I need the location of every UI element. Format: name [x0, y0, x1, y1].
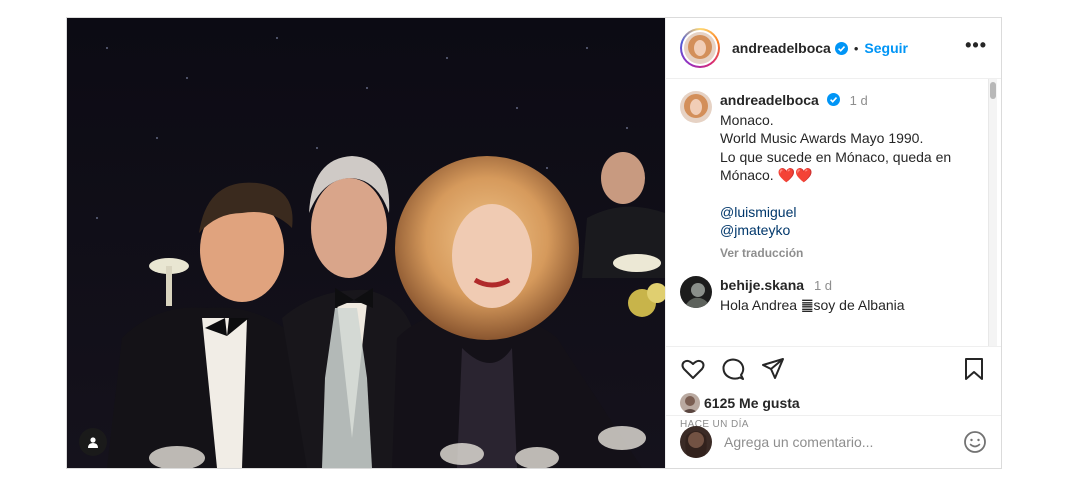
see-translation-button[interactable]: Ver traducción: [720, 244, 951, 263]
avatar-inner: [682, 30, 718, 66]
instagram-post: andreadelboca • Seguir ••• andreadelboca: [66, 17, 1002, 469]
likes-count[interactable]: 6125 Me gusta: [704, 395, 800, 411]
add-comment-bar: [666, 415, 1001, 468]
caption-body: andreadelboca 1 d Monaco. World Music Aw…: [720, 91, 951, 262]
comment-input[interactable]: [724, 434, 953, 450]
caption-line: Mónaco. ❤️❤️: [720, 167, 813, 183]
comment-username[interactable]: behije.skana: [720, 277, 804, 293]
header-username[interactable]: andreadelboca: [732, 40, 831, 56]
user-tag-icon[interactable]: [79, 428, 107, 456]
caption-line: Lo que sucede en Mónaco, queda en: [720, 148, 952, 165]
share-icon[interactable]: [760, 356, 786, 382]
mention-link[interactable]: @jmateyko: [720, 221, 951, 240]
post-sidebar: andreadelboca • Seguir ••• andreadelboca: [665, 18, 1001, 468]
comment-item: behije.skana 1 d Hola Andrea ䷀soy de Alb…: [680, 276, 987, 314]
bookmark-icon[interactable]: [961, 356, 987, 382]
comment-body: behije.skana 1 d Hola Andrea ䷀soy de Alb…: [720, 276, 905, 314]
caption-line: Monaco.: [720, 111, 774, 128]
separator-dot: •: [853, 40, 859, 56]
comments-scrollbar[interactable]: [988, 79, 997, 346]
post-photo[interactable]: [67, 18, 665, 468]
post-actions: 6125 Me gusta HACE UN DÍA: [666, 346, 1001, 468]
caption-gap: [720, 185, 951, 203]
more-options-icon[interactable]: •••: [965, 36, 987, 60]
mention-link[interactable]: @luismiguel: [720, 203, 951, 222]
follow-button[interactable]: Seguir: [864, 40, 908, 56]
person-icon: [88, 437, 98, 448]
likes-row[interactable]: 6125 Me gusta: [680, 393, 987, 413]
avatar[interactable]: [680, 276, 712, 308]
verified-badge-icon: [826, 93, 840, 106]
verified-badge-icon: [834, 41, 848, 55]
caption: andreadelboca 1 d Monaco. World Music Aw…: [680, 91, 987, 262]
comments-section[interactable]: andreadelboca 1 d Monaco. World Music Aw…: [666, 79, 1001, 346]
caption-time: 1 d: [849, 93, 868, 108]
scrollbar-thumb[interactable]: [990, 82, 996, 99]
avatar: [680, 426, 712, 458]
comment-time: 1 d: [813, 278, 833, 293]
action-icons: [680, 355, 987, 383]
story-ring-avatar[interactable]: [680, 28, 720, 68]
avatar: [680, 393, 700, 413]
emoji-icon[interactable]: [963, 430, 987, 454]
comment-icon[interactable]: [720, 356, 746, 382]
post-photo-image: [67, 18, 665, 468]
comment-text: Hola Andrea ䷀soy de Albania: [720, 296, 905, 313]
post-header: andreadelboca • Seguir •••: [666, 18, 1001, 79]
heart-icon[interactable]: [680, 356, 706, 382]
avatar[interactable]: [680, 91, 712, 123]
caption-line: World Music Awards Mayo 1990.: [720, 130, 924, 146]
caption-username[interactable]: andreadelboca: [720, 92, 819, 108]
avatar: [684, 32, 716, 64]
